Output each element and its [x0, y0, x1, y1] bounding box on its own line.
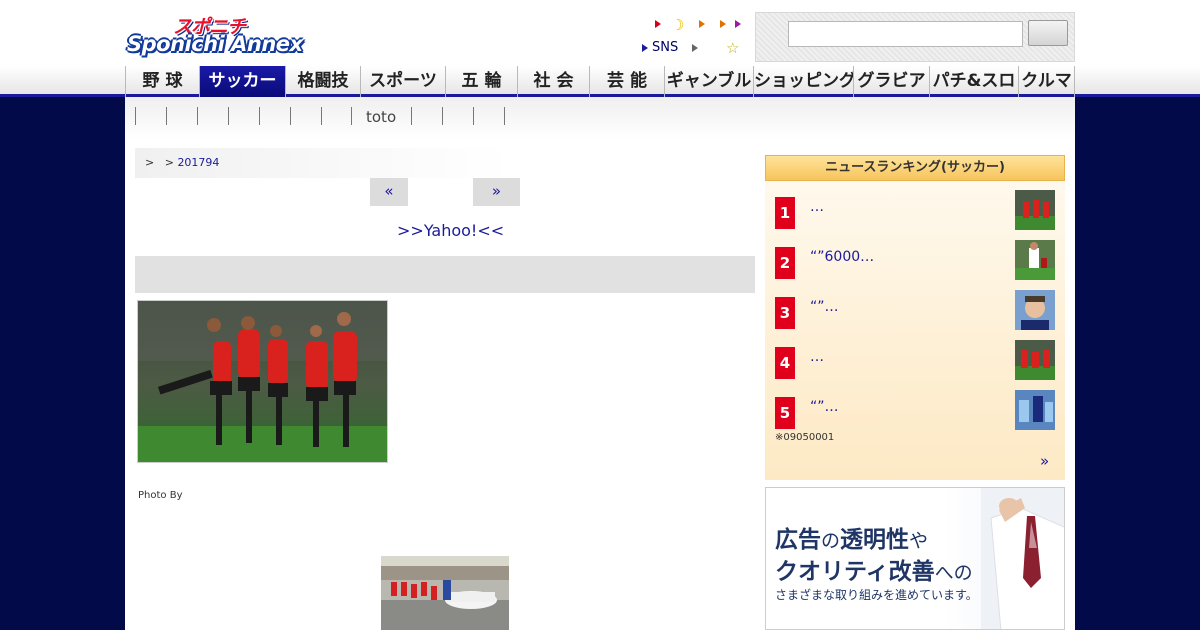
breadcrumb-separator: > — [164, 156, 174, 169]
breadcrumb-separator: > — [145, 156, 155, 169]
search-area — [755, 12, 1075, 62]
bullet-orange-icon[interactable] — [699, 16, 705, 31]
subnav-divider — [228, 107, 229, 125]
photo-credit: Photo By — [138, 490, 183, 501]
breadcrumb-current[interactable]: 201794 — [177, 156, 219, 169]
ad-text: や — [909, 530, 929, 552]
top-links: ☽ SNS ☆ — [640, 16, 750, 61]
businessman-figure — [981, 488, 1064, 629]
ranking-note: ※09050001 — [775, 432, 835, 443]
ad-text: 透明性 — [840, 527, 910, 553]
subnav-divider — [504, 107, 505, 125]
nav-item-cars[interactable]: クルマ — [1019, 66, 1075, 97]
next-page-button[interactable]: » — [473, 178, 520, 206]
ad-headline-1: 広告の透明性や — [775, 520, 928, 554]
ranking-thumbnail[interactable] — [1015, 290, 1055, 330]
bullet-orange-icon-2[interactable] — [720, 16, 726, 31]
subnav-divider — [135, 107, 136, 125]
ad-text: クオリティ改善 — [775, 559, 935, 585]
ranking-item[interactable]: 3 “”… — [765, 290, 1065, 330]
ad-text: の — [821, 530, 841, 552]
ranking-item[interactable]: 5 “”… — [765, 390, 1065, 430]
ad-text: への — [934, 562, 973, 584]
page-container: スポニチ Sponichi Annex ☽ SNS ☆ 野 球 サッカー 格闘技… — [125, 0, 1075, 630]
rank-number: 2 — [775, 247, 795, 279]
nav-item-olympics[interactable]: 五 輪 — [446, 66, 518, 97]
bullet-gray-icon[interactable] — [692, 40, 698, 55]
subnav-divider — [351, 107, 352, 125]
logo-text-en: Sponichi Annex — [127, 32, 303, 56]
search-input[interactable] — [788, 21, 1023, 47]
ranking-item[interactable]: 2 “”6000… — [765, 240, 1065, 280]
breadcrumb: > > 201794 — [135, 148, 510, 178]
nav-item-society[interactable]: 社 会 — [518, 66, 590, 97]
nav-item-martial-arts[interactable]: 格闘技 — [286, 66, 361, 97]
nav-item-entertainment[interactable]: 芸 能 — [590, 66, 665, 97]
ranking-headline[interactable]: “”6000… — [810, 249, 874, 265]
nav-item-soccer[interactable]: サッカー — [200, 66, 286, 97]
moon-icon[interactable]: ☽ — [671, 16, 684, 34]
nav-item-pachislot[interactable]: パチ&スロ — [930, 66, 1019, 97]
nav-item-shopping[interactable]: ショッピング — [754, 66, 854, 97]
street-training-photo — [381, 556, 509, 630]
subnav-item-toto[interactable]: toto — [366, 108, 396, 126]
ranking-title: ニュースランキング(サッカー) — [765, 155, 1065, 181]
subnav-divider — [321, 107, 322, 125]
prev-page-button[interactable]: « — [370, 178, 408, 206]
advertisement-banner[interactable]: 広告の透明性や クオリティ改善への さまざまな取り組みを進めています。 — [765, 487, 1065, 630]
ranking-headline[interactable]: … — [810, 349, 824, 365]
site-logo[interactable]: スポニチ Sponichi Annex — [127, 14, 317, 60]
ranking-thumbnail[interactable] — [1015, 390, 1055, 430]
subnav-divider — [442, 107, 443, 125]
news-ranking: ニュースランキング(サッカー) 1 … 2 “”6000… 3 “”… 4 … — [765, 155, 1065, 480]
subnav-divider — [290, 107, 291, 125]
soccer-training-photo — [138, 301, 387, 462]
ranking-thumbnail[interactable] — [1015, 240, 1055, 280]
ranking-more-link[interactable]: » — [1040, 452, 1049, 470]
ad-text: 広告 — [775, 527, 821, 553]
rank-number: 3 — [775, 297, 795, 329]
ranking-thumbnail[interactable] — [1015, 340, 1055, 380]
nav-item-baseball[interactable]: 野 球 — [125, 66, 200, 97]
ranking-headline[interactable]: … — [810, 199, 824, 215]
nav-item-gamble[interactable]: ギャンブル — [665, 66, 754, 97]
ad-subtext: さまざまな取り組みを進めています。 — [775, 588, 978, 602]
ranking-item[interactable]: 4 … — [765, 340, 1065, 380]
rank-number: 4 — [775, 347, 795, 379]
subnav-divider — [197, 107, 198, 125]
sns-link[interactable]: SNS — [642, 40, 678, 55]
ranking-item[interactable]: 1 … — [765, 190, 1065, 230]
rank-number: 1 — [775, 197, 795, 229]
subnav-divider — [166, 107, 167, 125]
bullet-purple-icon[interactable] — [735, 16, 741, 31]
ranking-headline[interactable]: “”… — [810, 399, 839, 415]
bullet-red-icon[interactable] — [655, 16, 661, 31]
sns-label: SNS — [652, 40, 679, 55]
search-button[interactable] — [1028, 20, 1068, 46]
ranking-thumbnail[interactable] — [1015, 190, 1055, 230]
rank-number: 5 — [775, 397, 795, 429]
article-photo[interactable] — [137, 300, 388, 463]
yahoo-link[interactable]: >>Yahoo!<< — [397, 221, 504, 240]
subnav-divider — [411, 107, 412, 125]
ad-headline-2: クオリティ改善への — [775, 552, 973, 586]
subnav-divider — [259, 107, 260, 125]
main-nav: 野 球 サッカー 格闘技 スポーツ 五 輪 社 会 芸 能 ギャンブル ショッピ… — [125, 66, 1075, 97]
bullet-blue-icon — [642, 43, 648, 52]
sub-nav: toto — [125, 97, 1075, 139]
nav-item-sports[interactable]: スポーツ — [361, 66, 446, 97]
article-title-bar — [135, 256, 755, 293]
related-photo-thumbnail[interactable] — [381, 556, 509, 630]
subnav-divider — [473, 107, 474, 125]
star-icon[interactable]: ☆ — [726, 39, 739, 57]
nav-item-gravure[interactable]: グラビア — [854, 66, 930, 97]
ranking-headline[interactable]: “”… — [810, 299, 839, 315]
